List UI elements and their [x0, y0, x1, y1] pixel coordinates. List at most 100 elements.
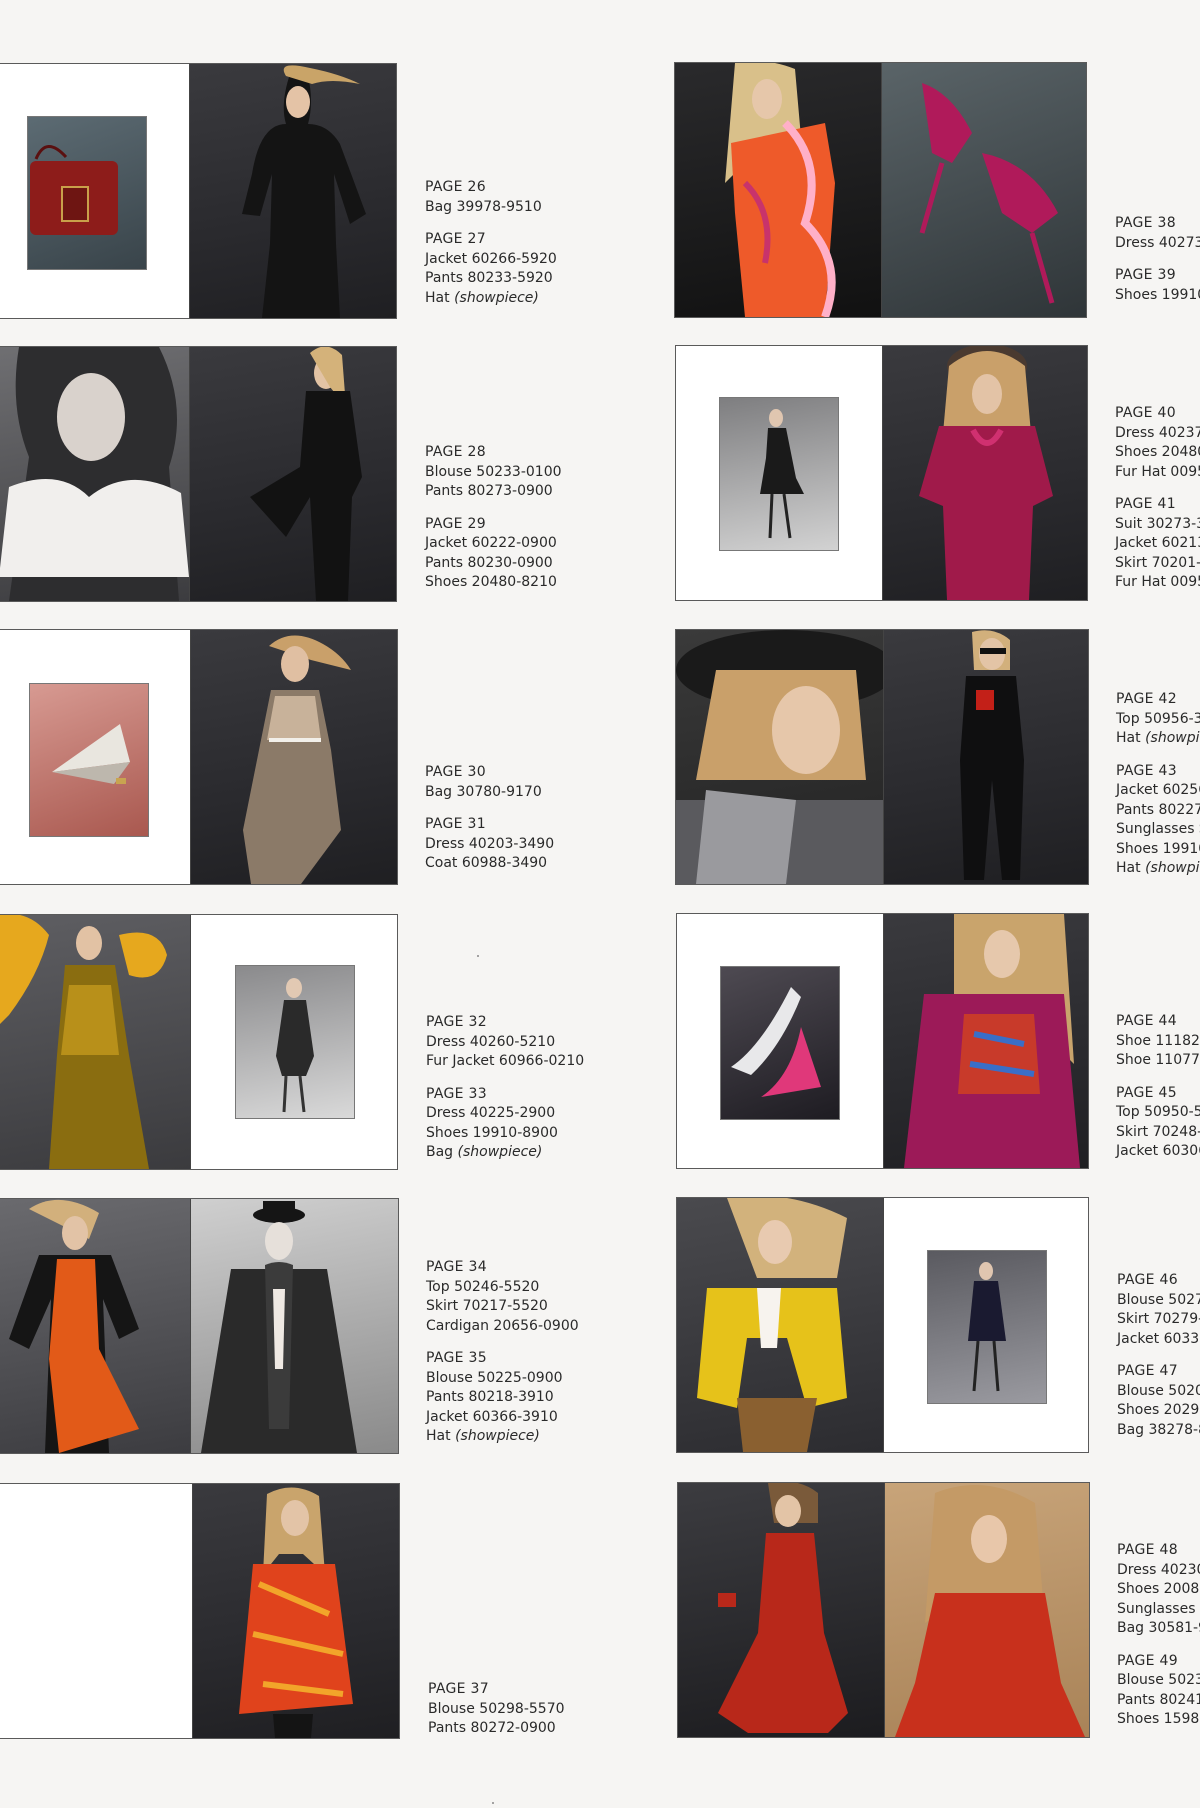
model-figure	[760, 409, 804, 539]
showpiece-note: (showpiece)	[455, 1428, 540, 1444]
silver-clutch-illustration	[52, 724, 130, 784]
item-code: Pants 80241-	[1117, 1691, 1200, 1708]
item-code: Fur Hat 0095	[1115, 574, 1200, 590]
item-code: Bag 30780-9170	[425, 783, 542, 800]
caption-pages-44-45: PAGE 44 Shoe 11182- Shoe 11077- PAGE 45 …	[1116, 1012, 1200, 1175]
caption-group: PAGE 43 Jacket 60256 Pants 80227- Sungla…	[1116, 762, 1200, 879]
page-39-panel	[882, 63, 1086, 317]
page-49-panel	[885, 1483, 1089, 1737]
item-code: Blouse 5020	[1117, 1382, 1200, 1399]
model-figure	[904, 914, 1080, 1168]
page-number: PAGE 38	[1115, 215, 1176, 231]
item-code: Jacket 60222-0900	[425, 535, 557, 551]
item-code: Skirt 70248-2	[1116, 1123, 1200, 1140]
showpiece-note: (showpiece)	[457, 1144, 543, 1160]
caption-group: PAGE 30 Bag 30780-9170	[425, 763, 554, 802]
item-code: Shoes 19910	[1115, 286, 1200, 303]
caption-page-37: PAGE 37 Blouse 50298-5570 Pants 80272-09…	[428, 1680, 565, 1752]
item-code: Jacket 60256	[1116, 782, 1200, 798]
item-code: Blouse 50225-0900	[426, 1369, 563, 1386]
spread-pages-48-49	[677, 1482, 1090, 1738]
item-code: Dress 40260-5210	[426, 1033, 556, 1050]
model-figure	[697, 1198, 847, 1452]
page-43-panel	[884, 630, 1088, 884]
item-code: Sunglasses S8	[1116, 821, 1200, 837]
caption-group: PAGE 29 Jacket 60222-0900 Pants 80230-09…	[425, 515, 562, 593]
model-figure	[919, 346, 1053, 600]
model-photo-inset	[235, 965, 355, 1119]
page-29-panel	[190, 347, 396, 601]
item-code: Top 50246-5520	[426, 1278, 540, 1295]
item-code: Blouse 50298-5570	[428, 1700, 565, 1717]
item-code: Dress 40273-	[1115, 234, 1200, 251]
page-number: PAGE 31	[425, 816, 486, 832]
item-code-showpiece: Hat (showpiece)	[426, 1427, 579, 1447]
caption-group: PAGE 45 Top 50950-5 Skirt 70248-2 Jacket…	[1116, 1084, 1200, 1162]
spread-pages-42-43	[675, 629, 1089, 885]
item-code: Bag 39978-9510	[425, 198, 542, 215]
page-42-panel	[676, 630, 883, 884]
page-47-panel	[884, 1198, 1088, 1452]
page-26-panel	[0, 64, 189, 318]
page-number: PAGE 44	[1116, 1013, 1177, 1029]
model-figure	[243, 635, 351, 884]
page-number: PAGE 27	[425, 231, 486, 247]
item-code: Shoes 19910-8900	[426, 1124, 558, 1141]
shoes-photo-inset	[720, 966, 840, 1120]
model-figure	[676, 630, 883, 884]
item-code: Pants 80218-3910	[426, 1389, 554, 1405]
page-number: PAGE 41	[1115, 496, 1176, 512]
caption-pages-34-35: PAGE 34 Top 50246-5520 Skirt 70217-5520 …	[426, 1258, 579, 1460]
page-number: PAGE 30	[425, 764, 486, 780]
spread-pages-36-37	[0, 1483, 400, 1739]
page-number: PAGE 42	[1116, 691, 1177, 707]
item-code: Jacket 60266-5920	[425, 250, 557, 267]
item-code: Blouse 50233-0100	[425, 463, 562, 480]
item-code: Skirt 70201-3	[1115, 554, 1200, 571]
page-32-panel	[0, 915, 190, 1169]
item-code: Shoes 20480	[1115, 444, 1200, 460]
page-37-panel	[193, 1484, 399, 1738]
caption-group: PAGE 44 Shoe 11182- Shoe 11077-	[1116, 1012, 1200, 1071]
item-code: Blouse 5023	[1117, 1672, 1200, 1688]
caption-group: PAGE 38 Dress 40273-	[1115, 214, 1200, 253]
page-36-panel	[0, 1484, 192, 1738]
item-code: Suit 30273-3	[1115, 515, 1200, 532]
shoes-illustration	[919, 83, 1058, 304]
item-code: Skirt 70217-5520	[426, 1298, 548, 1314]
item-code: Dress 40237-	[1115, 424, 1200, 441]
item-label: Hat	[1116, 860, 1141, 876]
item-code: Shoes 20480-8210	[425, 574, 557, 590]
page-number: PAGE 26	[425, 179, 486, 195]
item-code: Cardigan 20656-0900	[426, 1317, 579, 1334]
item-code: Shoes 15980	[1117, 1711, 1200, 1727]
caption-pages-28-29: PAGE 28 Blouse 50233-0100 Pants 80273-09…	[425, 443, 562, 606]
item-code-showpiece: Hat (showpie	[1116, 729, 1200, 749]
page-30-panel	[0, 630, 190, 884]
page-number: PAGE 29	[425, 515, 486, 532]
page-number: PAGE 28	[425, 444, 486, 460]
spread-pages-34-35	[0, 1198, 399, 1454]
caption-group: PAGE 31 Dress 40203-3490 Coat 60988-3490	[425, 815, 554, 874]
item-code: Top 50950-5	[1116, 1104, 1200, 1120]
caption-pages-30-31: PAGE 30 Bag 30780-9170 PAGE 31 Dress 402…	[425, 763, 554, 887]
spread-pages-26-27	[0, 63, 397, 319]
item-code: Shoes 20080	[1117, 1581, 1200, 1597]
page-number: PAGE 39	[1115, 267, 1176, 283]
caption-group: PAGE 32 Dress 40260-5210 Fur Jacket 6096…	[426, 1013, 584, 1072]
caption-group: PAGE 35 Blouse 50225-0900 Pants 80218-39…	[426, 1349, 579, 1447]
item-code: Pants 80227-	[1116, 801, 1200, 818]
item-code: Jacket 60213	[1115, 535, 1200, 551]
showpiece-note: (showpiece)	[454, 289, 539, 306]
page-number: PAGE 49	[1117, 1652, 1178, 1669]
item-code: Dress 40225-2900	[426, 1105, 556, 1121]
item-code: Pants 80230-0900	[425, 554, 553, 571]
page-number: PAGE 43	[1116, 762, 1177, 779]
item-code: Bag 30581-9	[1117, 1620, 1200, 1636]
page-46-panel	[677, 1198, 883, 1452]
page-number: PAGE 32	[426, 1014, 487, 1030]
page-number: PAGE 33	[426, 1085, 487, 1102]
model-figure	[201, 1201, 357, 1453]
caption-group: PAGE 42 Top 50956-3 Hat (showpie	[1116, 690, 1200, 749]
caption-group: PAGE 33 Dress 40225-2900 Shoes 19910-890…	[426, 1085, 584, 1163]
